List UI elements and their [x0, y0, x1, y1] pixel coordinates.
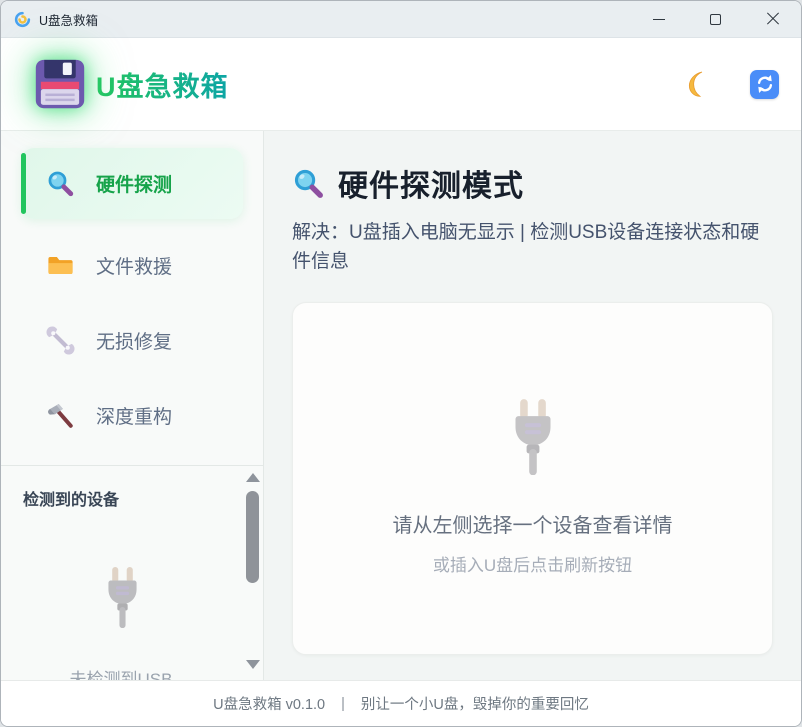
wrench-icon: [46, 326, 75, 355]
plug-icon: [100, 566, 145, 628]
footer-tagline: 别让一个小U盘，毁掉你的重要回忆: [361, 693, 589, 714]
sidebar-item-label: 深度重构: [96, 402, 172, 429]
floppy-disk-icon: [33, 57, 87, 111]
header-actions: [684, 70, 779, 99]
refresh-button[interactable]: [750, 70, 779, 99]
footer-version: U盘急救箱 v0.1.0: [213, 693, 325, 714]
sidebar-item-file-rescue[interactable]: 文件救援: [21, 240, 243, 290]
close-icon: [766, 12, 780, 26]
content-area: 硬件探测 文件救援 无损修复 深度重构 检测到的设备 未检测到USB: [1, 131, 801, 680]
device-list-empty-text: 未检测到USB: [1, 665, 241, 680]
main-title-row: 硬件探测模式: [292, 161, 771, 205]
sidebar-item-label: 硬件探测: [96, 170, 172, 197]
maximize-button[interactable]: [687, 1, 744, 37]
window-controls: [630, 1, 801, 37]
titlebar: U盘急救箱: [1, 1, 801, 38]
magnifier-icon: [46, 169, 75, 198]
sidebar: 硬件探测 文件救援 无损修复 深度重构 检测到的设备 未检测到USB: [1, 131, 264, 680]
hammer-icon: [46, 401, 75, 430]
device-list-header: 检测到的设备: [1, 466, 263, 510]
close-button[interactable]: [744, 1, 801, 37]
scroll-down-arrow-icon[interactable]: [246, 660, 260, 669]
footer: U盘急救箱 v0.1.0 | 别让一个小U盘，毁掉你的重要回忆: [1, 680, 801, 726]
sidebar-item-label: 文件救援: [96, 252, 172, 279]
titlebar-title: U盘急救箱: [39, 10, 98, 29]
empty-card-primary-text: 请从左侧选择一个设备查看详情: [393, 509, 673, 538]
app-title: U盘急救箱: [96, 65, 229, 104]
footer-separator: |: [341, 696, 345, 712]
minimize-button[interactable]: [630, 1, 687, 37]
main-panel: 硬件探测模式 解决：U盘插入电脑无显示 | 检测USB设备连接状态和硬件信息 请…: [264, 131, 801, 680]
app-header: U盘急救箱: [1, 38, 801, 131]
sidebar-nav: 硬件探测 文件救援 无损修复 深度重构: [1, 131, 263, 465]
scrollbar-thumb[interactable]: [246, 491, 259, 583]
sidebar-item-hardware-detect[interactable]: 硬件探测: [21, 148, 243, 219]
minimize-icon: [653, 19, 665, 20]
folder-icon: [46, 251, 75, 280]
plug-icon: [505, 398, 561, 475]
moon-icon: [684, 70, 712, 98]
refresh-icon: [754, 73, 776, 95]
magnifier-icon: [292, 167, 325, 200]
page-title: 硬件探测模式: [338, 161, 524, 205]
device-list-scrollbar[interactable]: [244, 470, 260, 678]
page-subtitle: 解决：U盘插入电脑无显示 | 检测USB设备连接状态和硬件信息: [292, 218, 776, 276]
empty-card-secondary-text: 或插入U盘后点击刷新按钮: [433, 551, 632, 576]
app-window: U盘急救箱 U盘急救箱 硬件探测: [0, 0, 802, 727]
scroll-up-arrow-icon[interactable]: [246, 473, 260, 482]
theme-toggle-button[interactable]: [684, 70, 712, 98]
app-swirl-icon: [14, 11, 31, 28]
device-list-panel: 检测到的设备 未检测到USB: [1, 465, 263, 680]
device-detail-empty-card: 请从左侧选择一个设备查看详情 或插入U盘后点击刷新按钮: [292, 302, 773, 655]
maximize-icon: [710, 14, 721, 25]
sidebar-item-deep-rebuild[interactable]: 深度重构: [21, 390, 243, 440]
sidebar-item-lossless-repair[interactable]: 无损修复: [21, 315, 243, 365]
sidebar-item-label: 无损修复: [96, 327, 172, 354]
